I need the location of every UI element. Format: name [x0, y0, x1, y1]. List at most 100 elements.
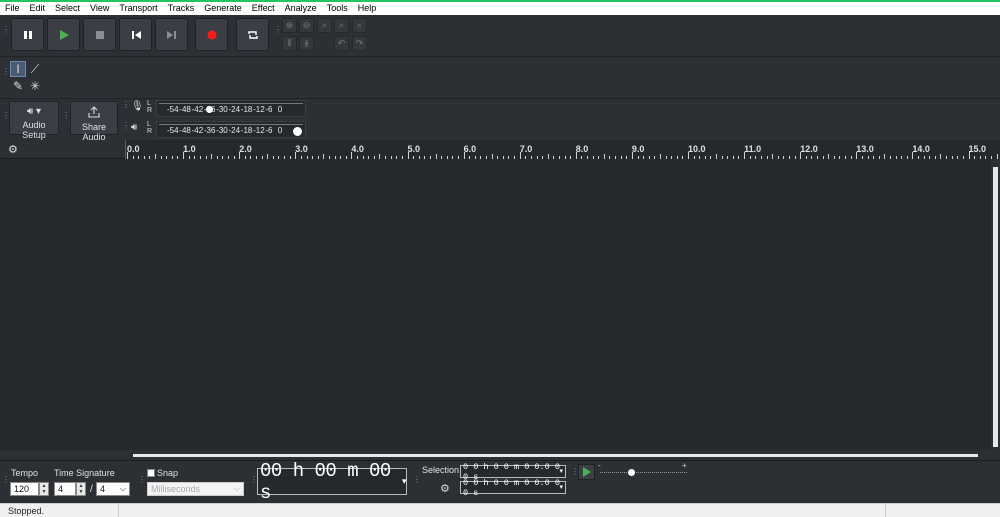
- record-level-slider[interactable]: [205, 106, 213, 113]
- skip-to-start-button[interactable]: [119, 18, 152, 51]
- timeline-settings-gear-icon[interactable]: ⚙: [8, 143, 18, 156]
- play-at-speed-grip[interactable]: [571, 469, 575, 481]
- ruler-tick-label: 11.0: [744, 144, 762, 154]
- menu-tracks[interactable]: Tracks: [163, 2, 200, 15]
- selection-start-field[interactable]: 0 0 h 0 0 m 0 0.0 0 0 s ▾: [460, 462, 566, 482]
- silence-audio-button[interactable]: ⫵: [299, 36, 314, 51]
- menu-effect[interactable]: Effect: [247, 2, 280, 15]
- ruler-tick: [744, 152, 746, 159]
- share-toolbar-grip[interactable]: [62, 113, 66, 127]
- record-meter-grip[interactable]: [122, 102, 126, 114]
- transport-toolbar-grip[interactable]: [2, 27, 6, 41]
- play-at-speed-button[interactable]: [578, 464, 595, 480]
- play-meter-channels: L R: [147, 121, 153, 135]
- zoom-out-icon: ⊖: [302, 20, 311, 30]
- time-toolbar-grip[interactable]: [250, 477, 254, 491]
- selection-toolbar-grip[interactable]: [413, 477, 417, 491]
- edit-toolbar-grip[interactable]: [274, 27, 278, 41]
- record-meter-scale-tick: -6: [265, 105, 273, 114]
- snap-toolbar-grip[interactable]: [138, 477, 142, 491]
- zoom-in-button[interactable]: ⊕: [282, 18, 297, 33]
- vertical-scrollbar-thumb[interactable]: [993, 167, 998, 447]
- undo-button[interactable]: ↶: [334, 36, 349, 51]
- audio-setup-button[interactable]: 🔊︎ ▾ Audio Setup: [9, 101, 59, 140]
- envelope-icon: ⟋: [30, 61, 40, 76]
- redo-button[interactable]: ↷: [352, 36, 367, 51]
- time-signature-label: Time Signature: [54, 468, 115, 478]
- trim-audio-button[interactable]: ⫴: [282, 36, 297, 51]
- menu-tools[interactable]: Tools: [322, 2, 353, 15]
- chevron-down-icon: ⌵: [119, 484, 126, 493]
- menu-edit[interactable]: Edit: [25, 2, 51, 15]
- record-meter-scale-tick: -42: [191, 105, 204, 114]
- play-level-slider[interactable]: [292, 127, 302, 136]
- play-meter-scale-tick: -12: [253, 126, 265, 135]
- record-button[interactable]: [195, 18, 228, 51]
- pause-button[interactable]: [11, 18, 44, 51]
- ruler-tick: [912, 152, 914, 159]
- selection-end-field[interactable]: 0 0 h 0 0 m 0 0.0 0 0 s ▾: [460, 478, 566, 498]
- fit-selection-button[interactable]: ⌕: [317, 18, 332, 33]
- envelope-tool[interactable]: ⟋: [27, 61, 43, 77]
- fit-project-button[interactable]: ⌕: [334, 18, 349, 33]
- play-meter-scale-tick: -30: [216, 126, 228, 135]
- horizontal-scrollbar-thumb[interactable]: [133, 454, 978, 457]
- menu-generate[interactable]: Generate: [199, 2, 247, 15]
- asterisk-icon: ✳: [29, 79, 41, 93]
- tempo-spinner[interactable]: ▲ ▼: [39, 482, 49, 496]
- speaker-icon[interactable]: 🔊︎: [131, 122, 145, 136]
- draw-tool[interactable]: ✎: [10, 78, 26, 94]
- menu-view[interactable]: View: [85, 2, 114, 15]
- menu-select[interactable]: Select: [50, 2, 85, 15]
- tempo-input[interactable]: 120: [10, 482, 39, 496]
- menu-help[interactable]: Help: [353, 2, 382, 15]
- numerator-spinner[interactable]: ▲ ▼: [76, 482, 86, 496]
- speed-max-label: +: [682, 461, 687, 470]
- tools-toolbar-grip[interactable]: [2, 69, 6, 83]
- selection-tool[interactable]: I: [10, 61, 26, 77]
- zoom-out-button[interactable]: ⊖: [299, 18, 314, 33]
- menu-file[interactable]: File: [0, 2, 25, 15]
- share-audio-button[interactable]: Share Audio: [70, 101, 118, 142]
- timeline-ruler: ⚙ 0.0 1.0 2.0 3.0 4.0 5.0 6.0 7.0 8.0 9.0 10.0 11.0…: [0, 140, 1000, 159]
- snap-checkbox[interactable]: [147, 469, 155, 477]
- microphone-icon[interactable]: 🎙︎: [131, 101, 145, 115]
- chevron-down-icon: ▾: [559, 484, 563, 492]
- menu-analyze[interactable]: Analyze: [280, 2, 322, 15]
- timeline-ruler-area[interactable]: 0.0 1.0 2.0 3.0 4.0 5.0 6.0 7.0 8.0 9.0 10.0 11.0 12…: [125, 140, 1000, 159]
- snap-unit-value: Milliseconds: [151, 484, 201, 494]
- skip-to-end-button[interactable]: [155, 18, 188, 51]
- ruler-tick-label: 15.0: [968, 144, 987, 154]
- playback-speed-slider[interactable]: [627, 469, 635, 476]
- ruler-tick: [127, 152, 128, 159]
- play-meter[interactable]: -54 -48 -42 -36 -30 -24 -18 -12 -6 0: [156, 121, 306, 138]
- upload-icon: [88, 106, 100, 118]
- audio-setup-toolbar-grip[interactable]: [2, 113, 6, 127]
- record-icon: [207, 30, 216, 39]
- record-meter[interactable]: -54-48-42-36-30-24-18-12-60: [156, 100, 306, 117]
- time-signature-numerator[interactable]: 4: [54, 482, 76, 496]
- snap-label: Snap: [157, 468, 179, 478]
- record-meter-scale-tick: 0: [277, 105, 283, 114]
- pause-icon: [23, 30, 32, 39]
- stop-button[interactable]: [83, 18, 116, 51]
- snap-unit-select[interactable]: Milliseconds ⌵: [147, 482, 244, 496]
- loop-button[interactable]: [236, 18, 269, 51]
- horizontal-scrollbar[interactable]: [0, 450, 1000, 460]
- time-signature-denominator[interactable]: 4 ⌵: [96, 482, 130, 496]
- play-button[interactable]: [47, 18, 80, 51]
- track-area[interactable]: [0, 159, 991, 450]
- zoom-toggle-button[interactable]: ⌕: [352, 18, 367, 33]
- time-signature-toolbar-grip[interactable]: [2, 477, 6, 491]
- playback-speed-track[interactable]: [600, 472, 687, 473]
- silence-icon: ⫵: [304, 38, 309, 48]
- time-display[interactable]: 00 h 00 m 00 s ▾: [257, 460, 407, 504]
- multi-tool[interactable]: ✳: [27, 78, 43, 94]
- selection-settings-gear-icon[interactable]: ⚙: [440, 482, 450, 495]
- menu-transport[interactable]: Transport: [114, 2, 162, 15]
- time-display-value: 00 h 00 m 00 s: [260, 459, 391, 504]
- play-meter-scale-tick: -54: [167, 126, 179, 135]
- zoom-toggle-icon: ⌕: [356, 20, 363, 30]
- vertical-scrollbar[interactable]: [991, 159, 1000, 450]
- play-meter-grip[interactable]: [122, 123, 126, 135]
